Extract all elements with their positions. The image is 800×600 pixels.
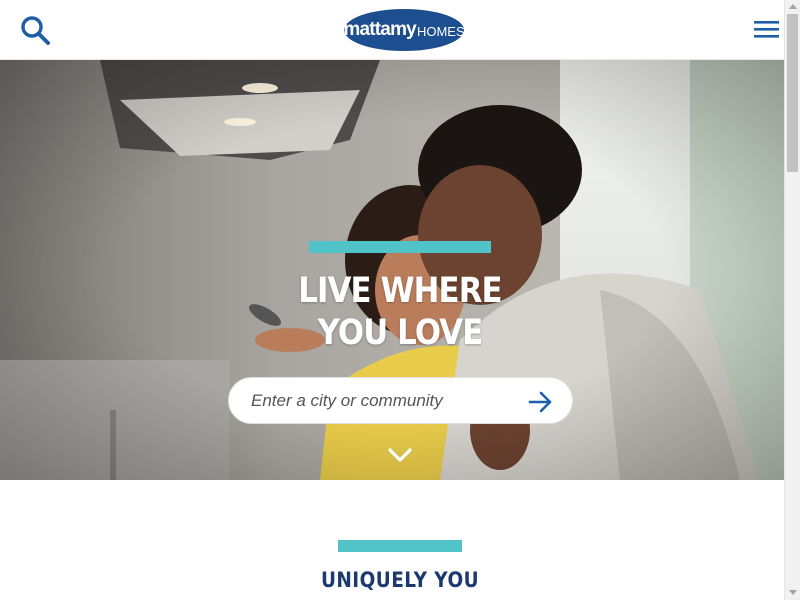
search-button[interactable] (18, 12, 54, 48)
chevron-down-icon (388, 448, 412, 462)
arrow-right-icon (528, 391, 552, 413)
section-accent-bar (338, 540, 462, 552)
scrollbar-thumb[interactable] (787, 14, 798, 172)
mattamy-homes-logo[interactable]: mattamy HOMES (343, 8, 465, 52)
logo-brand: mattamy (343, 19, 416, 40)
scroll-down-arrow[interactable] (789, 590, 797, 595)
scroll-down-button[interactable] (386, 443, 414, 467)
logo-wordmark: mattamy HOMES (343, 8, 465, 52)
section-title: UNIQUELY YOU (320, 568, 480, 592)
page-scrollbar[interactable] (784, 0, 800, 600)
community-search-input[interactable] (249, 386, 519, 416)
search-submit-button[interactable] (526, 387, 556, 417)
hero-title-line-1: LIVE WHERE (298, 271, 502, 311)
site-header: mattamy HOMES (0, 0, 784, 60)
search-icon (21, 16, 50, 45)
hero-banner: LIVE WHERE YOU LOVE (0, 60, 784, 480)
logo-suffix: HOMES (416, 24, 465, 39)
community-search-form (228, 377, 573, 424)
scroll-up-arrow[interactable] (789, 4, 797, 9)
menu-button[interactable] (752, 17, 782, 43)
hamburger-icon (754, 21, 779, 38)
hero-title: LIVE WHERE YOU LOVE (268, 270, 532, 354)
hero-title-line-2: YOU LOVE (317, 313, 484, 353)
hero-accent-bar (309, 241, 491, 253)
